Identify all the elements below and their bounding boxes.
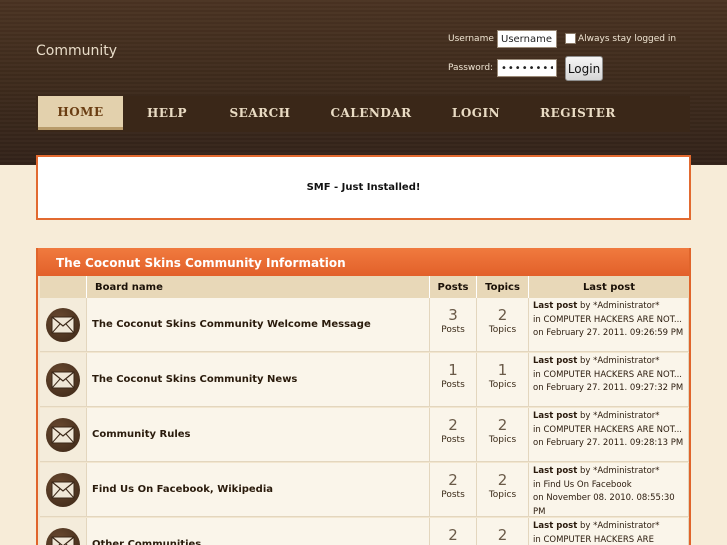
posts-count-cell: 2 (430, 518, 477, 545)
last-post-date: on February 27. 2011. 09:28:13 PM (533, 438, 684, 448)
board-icon-cell (40, 353, 87, 407)
topics-count-cell: 2 (477, 518, 529, 545)
last-post-topic[interactable]: in COMPUTER HACKERS ARE NOT... (533, 424, 688, 438)
posts-count-cell: 2 Posts (430, 408, 477, 462)
nav-login[interactable]: LOGIN (436, 96, 516, 130)
board-row: Community Rules 2 Posts 2 Topics Last po… (38, 408, 689, 462)
board-name-link[interactable]: Find Us On Facebook, Wikipedia (87, 463, 430, 517)
posts-count: 3 (448, 306, 458, 324)
board-icon-cell (40, 298, 87, 352)
board-row: Other Communities 2 2 Last post by *Admi… (38, 518, 689, 545)
board-name-link[interactable]: Other Communities (87, 518, 430, 545)
main-nav: HOME HELP SEARCH CALENDAR LOGIN REGISTER (36, 96, 690, 132)
topics-label: Topics (488, 490, 517, 500)
stay-logged-in-label: Always stay logged in (578, 34, 677, 44)
board-icon-cell (40, 408, 87, 462)
board-icon-cell (40, 463, 87, 517)
nav-help[interactable]: HELP (128, 96, 206, 130)
topics-count: 2 (497, 416, 508, 434)
posts-label: Posts (441, 325, 465, 335)
posts-count: 2 (448, 471, 458, 489)
posts-count: 2 (448, 416, 458, 434)
posts-count-cell: 3 Posts (430, 298, 477, 352)
topics-count: 2 (497, 471, 508, 489)
last-post-prefix: Last post (533, 301, 578, 311)
last-post-date: on November 08. 2010. 08:55:30 PM (533, 493, 675, 517)
last-post-prefix: Last post (533, 356, 578, 366)
last-post-topic[interactable]: in Find Us On Facebook (533, 479, 688, 493)
board-category: The Coconut Skins Community Information … (36, 248, 691, 545)
login-button[interactable]: Login (565, 56, 603, 81)
last-post-author[interactable]: by *Administrator* (580, 521, 660, 531)
password-label: Password: (448, 63, 494, 73)
news-notice: SMF - Just Installed! (36, 155, 691, 220)
last-post-cell: Last post by *Administrator* in Find Us … (529, 463, 689, 517)
stay-logged-in-checkbox[interactable] (565, 33, 576, 44)
board-name-link[interactable]: Community Rules (87, 408, 430, 462)
last-post-author[interactable]: by *Administrator* (580, 356, 660, 366)
last-post-author[interactable]: by *Administrator* (580, 301, 660, 311)
topics-count-cell: 1 Topics (477, 353, 529, 407)
topics-count-cell: 2 Topics (477, 298, 529, 352)
board-icon-cell (40, 518, 87, 545)
board-row: Find Us On Facebook, Wikipedia 2 Posts 2… (38, 463, 689, 517)
col-posts: Posts (430, 276, 477, 298)
notice-text: SMF - Just Installed! (306, 182, 421, 193)
envelope-icon[interactable] (46, 527, 80, 545)
posts-label: Posts (441, 490, 465, 500)
topics-count: 2 (497, 526, 508, 544)
col-last-post: Last post (529, 276, 689, 298)
last-post-date: on February 27. 2011. 09:26:59 PM (533, 328, 684, 338)
page-header: Community Username Always stay logged in… (0, 0, 727, 165)
last-post-author[interactable]: by *Administrator* (580, 466, 660, 476)
envelope-icon[interactable] (46, 362, 80, 397)
col-board-name: Board name (87, 276, 430, 298)
board-name-link[interactable]: The Coconut Skins Community Welcome Mess… (87, 298, 430, 352)
col-topics: Topics (477, 276, 529, 298)
topics-label: Topics (488, 435, 517, 445)
topics-label: Topics (488, 380, 517, 390)
envelope-icon[interactable] (46, 307, 80, 342)
last-post-topic[interactable]: in COMPUTER HACKERS ARE (533, 534, 688, 545)
last-post-prefix: Last post (533, 521, 578, 531)
topics-count: 2 (497, 306, 508, 324)
posts-label: Posts (441, 435, 465, 445)
last-post-cell: Last post by *Administrator* in COMPUTER… (529, 408, 689, 462)
nav-calendar[interactable]: CALENDAR (321, 96, 421, 130)
topics-count-cell: 2 Topics (477, 463, 529, 517)
last-post-date: on February 27. 2011. 09:27:32 PM (533, 383, 684, 393)
last-post-cell: Last post by *Administrator* in COMPUTER… (529, 518, 689, 545)
username-label: Username (448, 34, 494, 44)
last-post-author[interactable]: by *Administrator* (580, 411, 660, 421)
last-post-prefix: Last post (533, 466, 578, 476)
last-post-cell: Last post by *Administrator* in COMPUTER… (529, 353, 689, 407)
board-name-link[interactable]: The Coconut Skins Community News (87, 353, 430, 407)
last-post-cell: Last post by *Administrator* in COMPUTER… (529, 298, 689, 352)
last-post-prefix: Last post (533, 411, 578, 421)
topics-count: 1 (497, 361, 508, 379)
password-input[interactable] (497, 59, 557, 77)
col-icon (40, 276, 87, 298)
posts-count-cell: 2 Posts (430, 463, 477, 517)
posts-label: Posts (441, 380, 465, 390)
topics-count-cell: 2 Topics (477, 408, 529, 462)
topics-label: Topics (488, 325, 517, 335)
site-title[interactable]: Community (36, 43, 117, 59)
last-post-topic[interactable]: in COMPUTER HACKERS ARE NOT... (533, 314, 688, 328)
board-row: The Coconut Skins Community Welcome Mess… (38, 298, 689, 352)
board-row: The Coconut Skins Community News 1 Posts… (38, 353, 689, 407)
username-input[interactable] (497, 30, 557, 48)
nav-home[interactable]: HOME (38, 96, 123, 130)
posts-count-cell: 1 Posts (430, 353, 477, 407)
posts-count: 1 (448, 361, 458, 379)
category-title[interactable]: The Coconut Skins Community Information (38, 248, 689, 276)
last-post-topic[interactable]: in COMPUTER HACKERS ARE NOT... (533, 369, 688, 383)
posts-count: 2 (448, 526, 458, 544)
envelope-icon[interactable] (46, 472, 80, 507)
nav-register[interactable]: REGISTER (532, 96, 624, 130)
envelope-icon[interactable] (46, 417, 80, 452)
nav-search[interactable]: SEARCH (216, 96, 304, 130)
